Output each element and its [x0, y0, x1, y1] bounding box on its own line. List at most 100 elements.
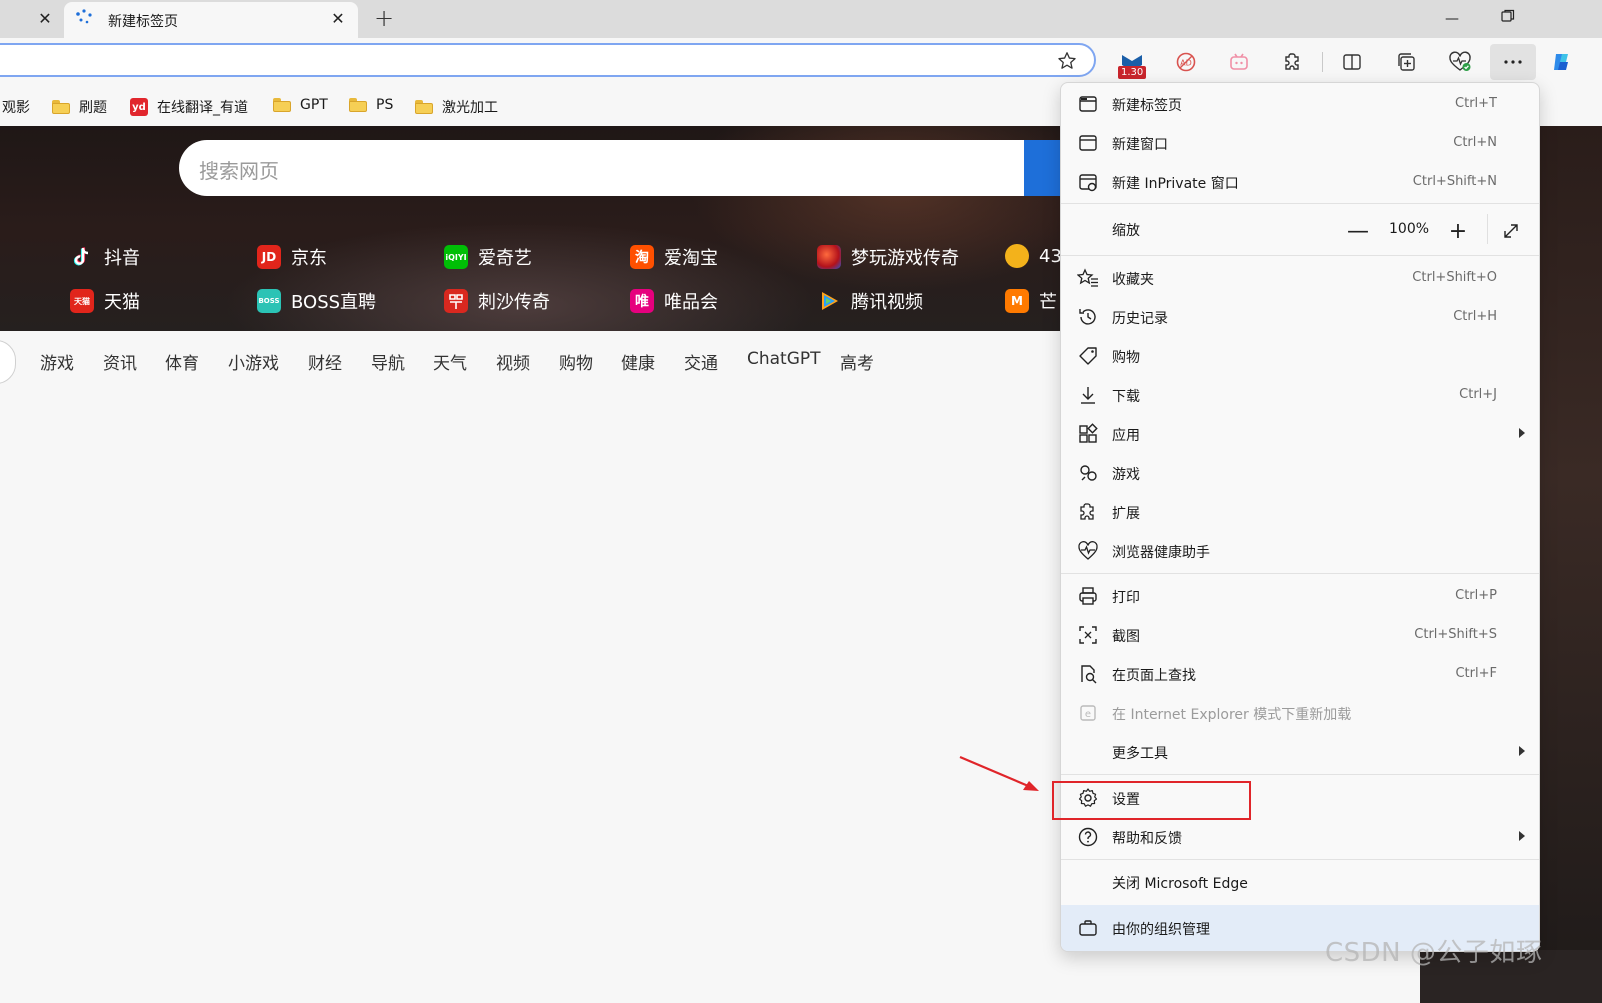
menu-item-label: 新建 InPrivate 窗口: [1112, 176, 1239, 192]
menu-item-shortcut: Ctrl+T: [1455, 96, 1497, 111]
category-item[interactable]: 财经: [308, 349, 342, 374]
menu-item-new-tab[interactable]: 新建标签页 Ctrl+T: [1061, 85, 1539, 124]
site-link-mango[interactable]: M 芒: [1005, 288, 1057, 314]
menu-item-new-inprivate[interactable]: 新建 InPrivate 窗口 Ctrl+Shift+N: [1061, 163, 1539, 202]
bookmark-folder[interactable]: PS: [349, 97, 393, 113]
menu-item-help[interactable]: 帮助和反馈: [1061, 818, 1539, 857]
category-item[interactable]: 体育: [165, 349, 199, 374]
annotation-highlight-box: [1052, 781, 1251, 820]
category-item[interactable]: 健康: [621, 349, 655, 374]
find-on-page-icon: [1081, 665, 1097, 684]
menu-item-print[interactable]: 打印 Ctrl+P: [1061, 577, 1539, 616]
menu-item-label: 新建窗口: [1112, 137, 1168, 153]
menu-item-close-edge[interactable]: 关闭 Microsoft Edge: [1061, 863, 1539, 902]
category-item[interactable]: 购物: [559, 349, 593, 374]
bookmark-item[interactable]: yd 在线翻译_有道: [130, 97, 248, 117]
menu-item-favorites[interactable]: 收藏夹 Ctrl+Shift+O: [1061, 259, 1539, 298]
category-item[interactable]: 游戏: [40, 349, 74, 374]
bookmark-label: 在线翻译_有道: [157, 100, 248, 116]
site-link-tencent-video[interactable]: 腾讯视频: [817, 288, 923, 314]
site-link-game[interactable]: 梦玩游戏传奇: [817, 244, 959, 270]
new-window-icon: [1079, 135, 1097, 151]
copilot-icon[interactable]: [1546, 46, 1578, 78]
menu-item-find[interactable]: 在页面上查找 Ctrl+F: [1061, 655, 1539, 694]
site-link-iqiyi[interactable]: iQIYI 爱奇艺: [444, 244, 532, 270]
bookmark-folder[interactable]: 刷题: [52, 97, 107, 117]
settings-and-more-menu: 新建标签页 Ctrl+T 新建窗口 Ctrl+N 新建 InPrivate 窗口…: [1060, 82, 1540, 952]
menu-item-shortcut: Ctrl+J: [1459, 387, 1497, 402]
category-item[interactable]: ChatGPT: [747, 349, 821, 369]
menu-item-browser-essentials[interactable]: 浏览器健康助手: [1061, 532, 1539, 571]
settings-and-more-button[interactable]: [1490, 44, 1536, 80]
menu-item-screenshot[interactable]: 截图 Ctrl+Shift+S: [1061, 616, 1539, 655]
category-item[interactable]: 高考: [840, 349, 874, 374]
menu-item-shopping[interactable]: 购物: [1061, 337, 1539, 376]
tab-title: 新建标签页: [108, 14, 178, 30]
bookmark-folder[interactable]: GPT: [273, 97, 328, 113]
favorite-star-icon[interactable]: [1056, 50, 1078, 72]
menu-item-new-window[interactable]: 新建窗口 Ctrl+N: [1061, 124, 1539, 163]
category-item[interactable]: 天气: [433, 349, 467, 374]
menu-separator: [1061, 573, 1539, 574]
minimize-icon[interactable]: —: [1437, 6, 1467, 32]
help-icon: [1078, 827, 1098, 847]
search-button[interactable]: [1024, 140, 1064, 196]
menu-item-games[interactable]: 游戏: [1061, 454, 1539, 493]
menu-separator: [1061, 774, 1539, 775]
menu-item-apps[interactable]: 应用: [1061, 415, 1539, 454]
site-link-jd[interactable]: JD 京东: [257, 244, 327, 270]
bookmark-label: GPT: [300, 97, 328, 113]
category-item[interactable]: 导航: [371, 349, 405, 374]
new-tab-icon: [1079, 96, 1097, 112]
site-link-aitaobao[interactable]: 淘 爱淘宝: [630, 244, 718, 270]
category-item[interactable]: 资讯: [103, 349, 137, 374]
folder-icon: [415, 100, 433, 114]
adblock-icon[interactable]: AD: [1170, 46, 1202, 78]
menu-item-shortcut: Ctrl+F: [1455, 666, 1497, 681]
menu-item-label: 更多工具: [1112, 746, 1168, 762]
site-label: 芒: [1039, 292, 1057, 313]
web-search-input[interactable]: 搜索网页: [179, 140, 1059, 196]
menu-separator: [1061, 203, 1539, 204]
douyin-icon: [70, 245, 94, 269]
download-icon: [1081, 387, 1095, 404]
menu-item-more-tools[interactable]: 更多工具: [1061, 733, 1539, 772]
category-item[interactable]: 交通: [684, 349, 718, 374]
site-link-douyin[interactable]: 抖音: [70, 244, 140, 270]
folder-icon: [52, 100, 70, 114]
boss-icon: BOSS: [257, 289, 281, 313]
new-tab-button[interactable]: +: [370, 5, 398, 33]
bookmark-folder[interactable]: 激光加工: [415, 97, 498, 117]
collections-icon[interactable]: [1390, 46, 1422, 78]
print-icon: [1079, 587, 1097, 605]
site-link-boss[interactable]: BOSS BOSS直聘: [257, 288, 376, 314]
extensions-icon[interactable]: [1277, 46, 1309, 78]
site-link-vip[interactable]: 唯 唯品会: [630, 288, 718, 314]
bookmark-label: PS: [376, 97, 394, 113]
site-link-tmall[interactable]: 天猫 天猫: [70, 288, 140, 314]
fullscreen-icon: [1504, 224, 1518, 238]
briefcase-icon: [1079, 920, 1097, 936]
restore-icon[interactable]: [1493, 6, 1523, 32]
close-tab-icon[interactable]: ✕: [326, 7, 350, 31]
split-screen-icon[interactable]: [1336, 46, 1368, 78]
site-link-43[interactable]: 43: [1005, 244, 1062, 268]
bilibili-helper-icon[interactable]: [1223, 46, 1255, 78]
zoom-out-button[interactable]: —: [1345, 218, 1371, 244]
category-pill[interactable]: [0, 340, 16, 384]
fullscreen-button[interactable]: [1498, 218, 1524, 244]
menu-item-zoom: 缩放 — 100% +: [1061, 210, 1539, 252]
bookmark-item[interactable]: 观影: [2, 97, 30, 117]
menu-item-history[interactable]: 历史记录 Ctrl+H: [1061, 298, 1539, 337]
address-bar[interactable]: [0, 43, 1096, 77]
browser-essentials-icon[interactable]: [1444, 46, 1476, 78]
site-link-cisha[interactable]: 刺沙传奇: [444, 288, 550, 314]
tab-new-tab[interactable]: 新建标签页 ✕: [64, 2, 358, 38]
category-item[interactable]: 小游戏: [228, 349, 279, 374]
menu-item-downloads[interactable]: 下载 Ctrl+J: [1061, 376, 1539, 415]
menu-item-shortcut: Ctrl+N: [1453, 135, 1497, 150]
close-tab-icon[interactable]: ✕: [33, 7, 57, 31]
zoom-in-button[interactable]: +: [1445, 218, 1471, 244]
category-item[interactable]: 视频: [496, 349, 530, 374]
menu-item-extensions[interactable]: 扩展: [1061, 493, 1539, 532]
